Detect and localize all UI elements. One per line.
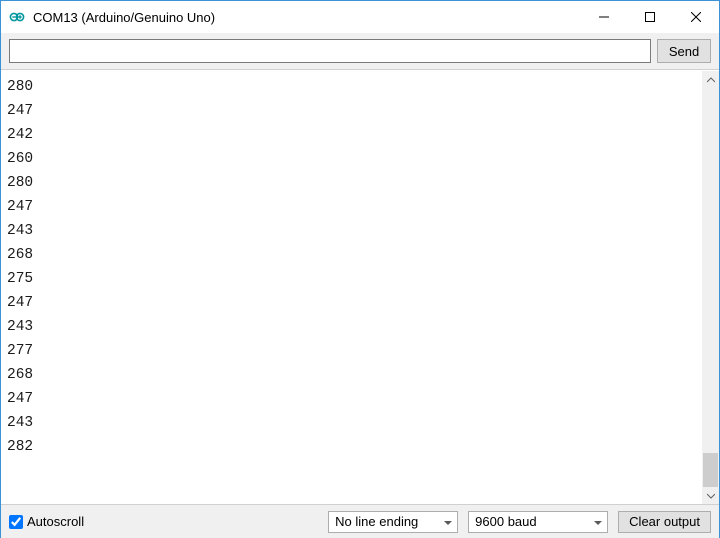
minimize-button[interactable] xyxy=(581,1,627,33)
title-bar: COM13 (Arduino/Genuino Uno) xyxy=(1,1,719,33)
output-line: 282 xyxy=(7,435,696,459)
output-line: 247 xyxy=(7,387,696,411)
output-line: 247 xyxy=(7,195,696,219)
scrollbar[interactable] xyxy=(702,71,719,504)
output-line: 247 xyxy=(7,99,696,123)
status-bar: Autoscroll No line ending 9600 baud Clea… xyxy=(1,504,719,538)
output-container: 2802472422602802472432682752472432772682… xyxy=(1,70,719,504)
output-line: 280 xyxy=(7,171,696,195)
output-line: 260 xyxy=(7,147,696,171)
clear-output-button[interactable]: Clear output xyxy=(618,511,711,533)
output-line: 277 xyxy=(7,339,696,363)
output-line: 243 xyxy=(7,315,696,339)
window-title: COM13 (Arduino/Genuino Uno) xyxy=(33,10,581,25)
serial-output: 2802472422602802472432682752472432772682… xyxy=(1,71,702,504)
scroll-down-arrow-icon[interactable] xyxy=(702,487,719,504)
output-line: 243 xyxy=(7,411,696,435)
autoscroll-checkbox[interactable] xyxy=(9,515,23,529)
output-line: 268 xyxy=(7,363,696,387)
line-ending-value: No line ending xyxy=(335,514,418,529)
output-line: 242 xyxy=(7,123,696,147)
maximize-button[interactable] xyxy=(627,1,673,33)
baud-select[interactable]: 9600 baud xyxy=(468,511,608,533)
serial-input[interactable] xyxy=(9,39,651,63)
autoscroll-label-wrap[interactable]: Autoscroll xyxy=(9,514,318,529)
output-line: 247 xyxy=(7,291,696,315)
send-row: Send xyxy=(1,33,719,70)
line-ending-select[interactable]: No line ending xyxy=(328,511,458,533)
arduino-icon xyxy=(9,9,25,25)
close-button[interactable] xyxy=(673,1,719,33)
scroll-thumb[interactable] xyxy=(703,453,718,487)
output-line: 280 xyxy=(7,75,696,99)
scroll-up-arrow-icon[interactable] xyxy=(702,71,719,88)
autoscroll-label: Autoscroll xyxy=(27,514,84,529)
window-controls xyxy=(581,1,719,33)
baud-value: 9600 baud xyxy=(475,514,536,529)
output-line: 243 xyxy=(7,219,696,243)
send-button[interactable]: Send xyxy=(657,39,711,63)
output-line: 275 xyxy=(7,267,696,291)
output-line: 268 xyxy=(7,243,696,267)
